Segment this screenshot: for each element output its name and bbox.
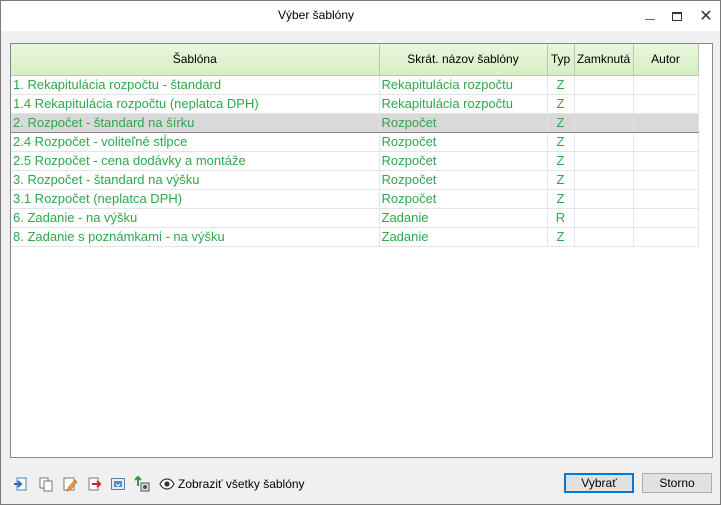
cell-type: R xyxy=(547,208,575,228)
table-row[interactable]: 3.1 Rozpočet (neplatca DPH) Rozpočet Z xyxy=(11,189,699,209)
template-grid[interactable]: Šablóna Skrát. názov šablóny Typ Zamknut… xyxy=(10,43,713,458)
cell-author xyxy=(633,94,699,114)
eye-icon xyxy=(159,478,175,490)
cell-type: Z xyxy=(547,132,575,152)
cell-author xyxy=(633,75,699,95)
cell-short-name: Rekapitulácia rozpočtu xyxy=(379,94,548,114)
minimize-icon xyxy=(645,18,655,20)
table-row[interactable]: 1.4 Rekapitulácia rozpočtu (neplatca DPH… xyxy=(11,94,699,114)
export-icon[interactable] xyxy=(110,476,126,492)
cell-locked xyxy=(574,132,634,152)
cell-template-name: 3.1 Rozpočet (neplatca DPH) xyxy=(11,189,380,209)
cell-author xyxy=(633,189,699,209)
table-row[interactable]: 6. Zadanie - na výšku Zadanie R xyxy=(11,208,699,228)
cancel-button[interactable]: Storno xyxy=(642,473,712,493)
column-header-template[interactable]: Šablóna xyxy=(11,44,380,76)
title-bar: Výber šablóny ✕ xyxy=(1,1,720,31)
cell-type: Z xyxy=(547,170,575,190)
cell-type: Z xyxy=(547,227,575,247)
column-header-author[interactable]: Autor xyxy=(633,44,699,76)
bottom-bar: Zobraziť všetky šablóny Vybrať Storno xyxy=(1,467,720,503)
cell-template-name: 2.5 Rozpočet - cena dodávky a montáže xyxy=(11,151,380,171)
cell-locked xyxy=(574,189,634,209)
upload-icon[interactable] xyxy=(134,476,150,492)
cell-template-name: 3. Rozpočet - štandard na výšku xyxy=(11,170,380,190)
table-row[interactable]: 2. Rozpočet - štandard na šírku Rozpočet Z xyxy=(11,112,699,133)
column-header-short-name[interactable]: Skrát. názov šablóny xyxy=(379,44,548,76)
header-row: Šablóna Skrát. názov šablóny Typ Zamknut… xyxy=(11,44,699,76)
show-all-templates-label: Zobraziť všetky šablóny xyxy=(178,477,305,491)
cell-template-name: 2.4 Rozpočet - voliteľné stĺpce xyxy=(11,132,380,152)
cell-short-name: Rozpočet xyxy=(379,189,548,209)
cell-locked xyxy=(574,151,634,171)
cell-locked xyxy=(574,112,634,133)
cell-locked xyxy=(574,170,634,190)
cell-author xyxy=(633,170,699,190)
table-row[interactable]: 1. Rekapitulácia rozpočtu - štandard Reka… xyxy=(11,75,699,95)
table-row[interactable]: 8. Zadanie s poznámkami - na výšku Zadani… xyxy=(11,227,699,247)
cell-short-name: Zadanie xyxy=(379,208,548,228)
cell-locked xyxy=(574,94,634,114)
maximize-icon xyxy=(672,11,682,21)
import-icon[interactable] xyxy=(13,476,29,492)
close-button[interactable]: ✕ xyxy=(689,1,721,31)
window-title: Výber šablóny xyxy=(277,8,355,22)
template-table: Šablóna Skrát. názov šablóny Typ Zamknut… xyxy=(11,44,699,247)
cell-locked xyxy=(574,227,634,247)
cell-type: Z xyxy=(547,151,575,171)
cell-short-name: Rozpočet xyxy=(379,112,548,133)
cell-type: Z xyxy=(547,112,575,133)
column-header-type[interactable]: Typ xyxy=(547,44,575,76)
cell-author xyxy=(633,151,699,171)
table-row[interactable]: 3. Rozpočet - štandard na výšku Rozpočet Z xyxy=(11,170,699,190)
cell-short-name: Rozpočet xyxy=(379,132,548,152)
cell-author xyxy=(633,112,699,133)
edit-icon[interactable] xyxy=(62,476,78,492)
column-header-locked[interactable]: Zamknutá xyxy=(574,44,634,76)
select-button[interactable]: Vybrať xyxy=(564,473,634,493)
cell-type: Z xyxy=(547,94,575,114)
show-all-templates-toggle[interactable]: Zobraziť všetky šablóny xyxy=(159,476,305,492)
cell-type: Z xyxy=(547,189,575,209)
cell-short-name: Rozpočet xyxy=(379,151,548,171)
cell-author xyxy=(633,227,699,247)
cell-template-name: 6. Zadanie - na výšku xyxy=(11,208,380,228)
cell-short-name: Zadanie xyxy=(379,227,548,247)
table-row[interactable]: 2.4 Rozpočet - voliteľné stĺpce Rozpočet Z xyxy=(11,132,699,152)
copy-icon[interactable] xyxy=(38,476,54,492)
cell-template-name: 2. Rozpočet - štandard na šírku xyxy=(11,112,380,133)
cell-locked xyxy=(574,75,634,95)
cell-short-name: Rekapitulácia rozpočtu xyxy=(379,75,548,95)
cell-author xyxy=(633,132,699,152)
cell-template-name: 8. Zadanie s poznámkami - na výšku xyxy=(11,227,380,247)
cell-short-name: Rozpočet xyxy=(379,170,548,190)
close-icon: ✕ xyxy=(699,8,713,25)
cell-template-name: 1.4 Rekapitulácia rozpočtu (neplatca DPH… xyxy=(11,94,380,114)
cell-locked xyxy=(574,208,634,228)
template-dialog: Výber šablóny ✕ Šablóna Skrát. názov šab… xyxy=(0,0,721,505)
cell-template-name: 1. Rekapitulácia rozpočtu - štandard xyxy=(11,75,380,95)
cell-type: Z xyxy=(547,75,575,95)
table-row[interactable]: 2.5 Rozpočet - cena dodávky a montáže Roz… xyxy=(11,151,699,171)
delete-icon[interactable] xyxy=(86,476,102,492)
cell-author xyxy=(633,208,699,228)
